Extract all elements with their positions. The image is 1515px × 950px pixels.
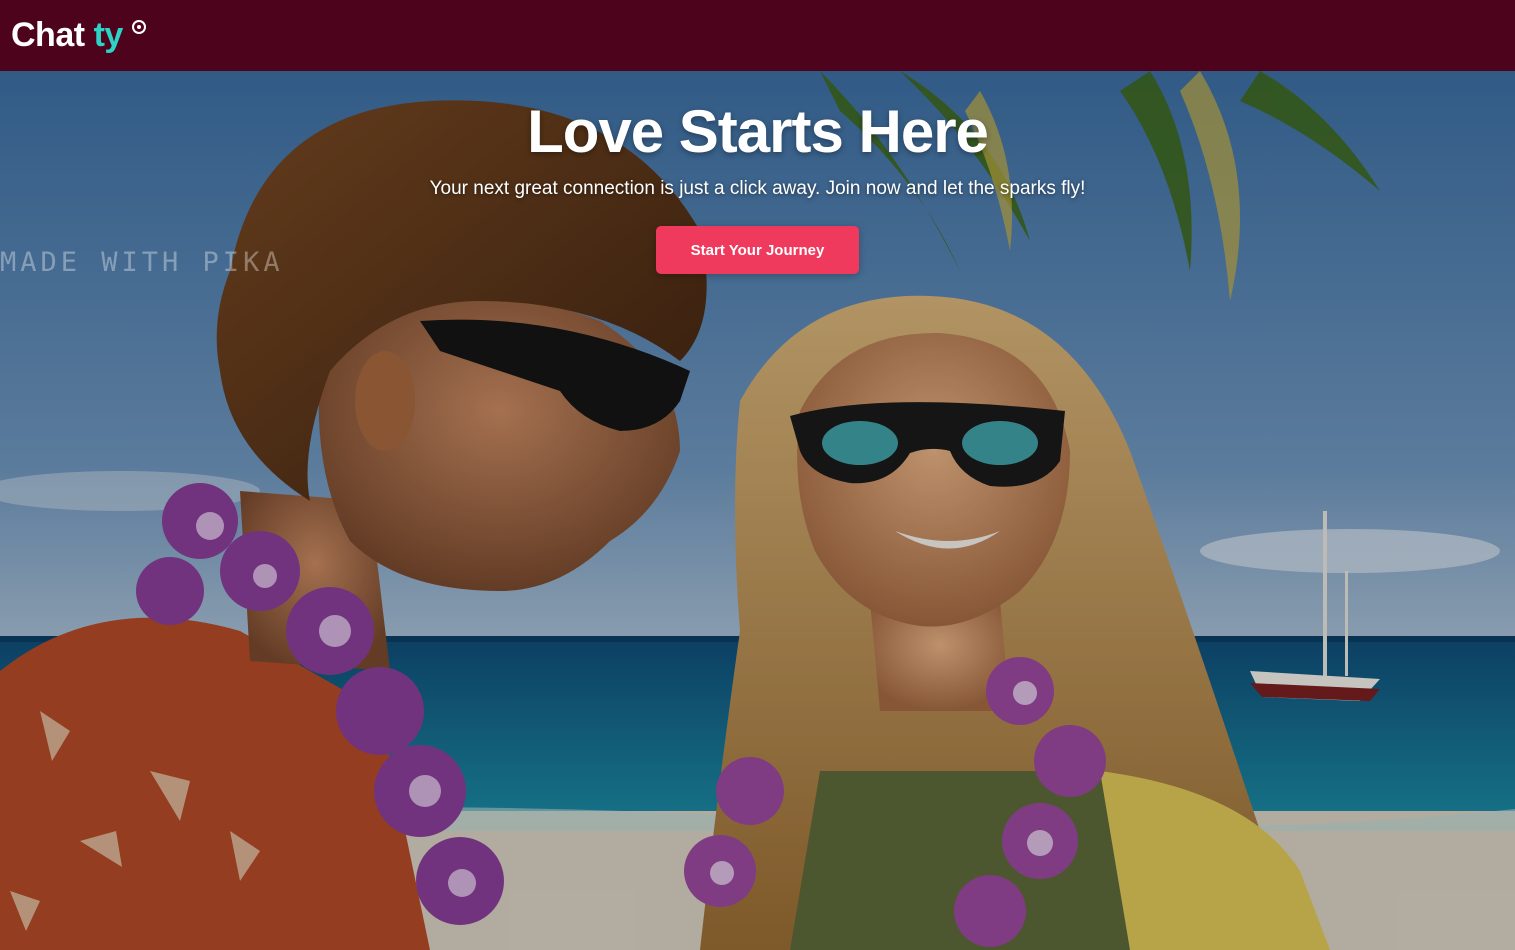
hero-content: Love Starts Here Your next great connect… [0, 71, 1515, 274]
brand-logo-part2: ty [93, 16, 124, 54]
registered-mark-icon [131, 20, 146, 34]
brand-logo[interactable]: Chat ty [11, 16, 146, 55]
hero-section: MADE WITH PIKA Love Starts Here Your nex… [0, 71, 1515, 950]
brand-logo-part1: Chat [11, 16, 85, 54]
hero-title: Love Starts Here [527, 98, 989, 165]
hero-subtitle: Your next great connection is just a cli… [429, 178, 1086, 199]
start-journey-button[interactable]: Start Your Journey [656, 226, 859, 274]
navbar: Chat ty [0, 0, 1515, 71]
